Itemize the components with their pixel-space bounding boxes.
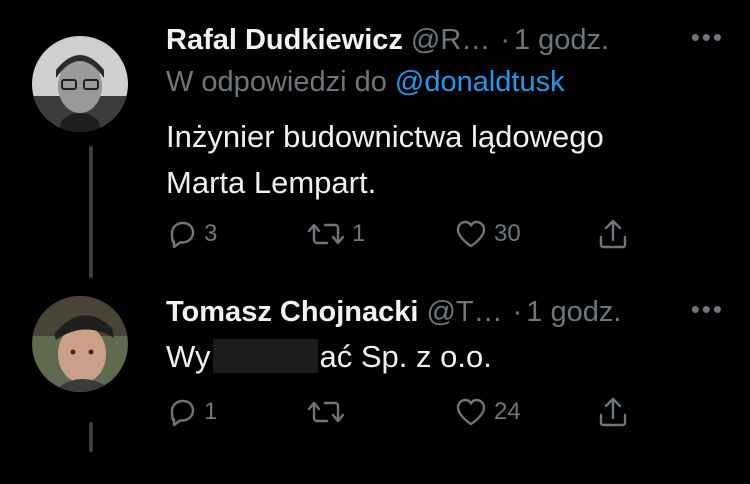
share-button[interactable]: [596, 214, 630, 254]
user-handle[interactable]: @T…: [426, 296, 502, 329]
reply-button[interactable]: 3: [166, 214, 217, 254]
reply-prefix: W odpowiedzi do: [166, 66, 387, 98]
display-name[interactable]: Tomasz Chojnacki: [166, 296, 418, 329]
tweet-header: Tomasz Chojnacki @T… · 1 godz. •••: [166, 294, 724, 330]
avatar[interactable]: [32, 296, 128, 392]
retweet-button[interactable]: [306, 392, 352, 432]
tweet-text: Inżynier budownictwa lądowego Marta Lemp…: [166, 114, 604, 206]
more-icon[interactable]: •••: [691, 294, 724, 325]
user-handle[interactable]: @R…: [411, 24, 490, 57]
retweet-icon: [306, 396, 346, 428]
reply-button[interactable]: 1: [166, 392, 217, 432]
avatar[interactable]: [32, 36, 128, 132]
thread-line: [89, 422, 93, 452]
timestamp[interactable]: 1 godz.: [526, 296, 621, 329]
tweet-text: Wy ać Sp. z o.o.: [166, 334, 492, 380]
like-count: 24: [494, 398, 521, 425]
reply-icon: [166, 218, 198, 250]
tweet-header: Rafal Dudkiewicz @R… · 1 godz. •••: [166, 22, 724, 58]
reply-icon: [166, 396, 198, 428]
reply-count: 1: [204, 398, 218, 425]
like-count: 30: [494, 220, 521, 247]
display-name[interactable]: Rafal Dudkiewicz: [166, 24, 403, 57]
share-button[interactable]: [596, 392, 630, 432]
tweet-text-line: Inżynier budownictwa lądowego: [166, 119, 604, 154]
retweet-count: 1: [352, 220, 366, 247]
separator: ·: [512, 295, 523, 328]
tweet-text-end: ać Sp. z o.o.: [319, 339, 492, 374]
reply-count: 3: [204, 220, 218, 247]
tweet-text-line: Marta Lempart.: [166, 165, 377, 200]
separator: ·: [500, 23, 510, 56]
more-icon[interactable]: •••: [691, 22, 724, 53]
action-bar: 1 24: [166, 392, 750, 432]
tweet[interactable]: Tomasz Chojnacki @T… · 1 godz. ••• Wy ać …: [0, 280, 750, 452]
like-icon: [454, 396, 488, 428]
timestamp[interactable]: 1 godz.: [514, 24, 609, 57]
tweet[interactable]: Rafal Dudkiewicz @R… · 1 godz. ••• W odp…: [0, 0, 750, 280]
like-button[interactable]: 30: [454, 214, 521, 254]
action-bar: 3 1 30: [166, 214, 750, 254]
retweet-button[interactable]: 1: [306, 214, 365, 254]
reply-mention-link[interactable]: @donaldtusk: [395, 66, 565, 98]
thread-line: [89, 146, 93, 278]
tweet-text-start: Wy: [166, 339, 211, 374]
like-button[interactable]: 24: [454, 392, 521, 432]
retweet-icon: [306, 218, 346, 250]
redaction-block: [212, 339, 318, 373]
reply-context: W odpowiedzi do @donaldtusk: [166, 66, 565, 99]
like-icon: [454, 218, 488, 250]
share-icon: [596, 217, 630, 251]
share-icon: [596, 395, 630, 429]
